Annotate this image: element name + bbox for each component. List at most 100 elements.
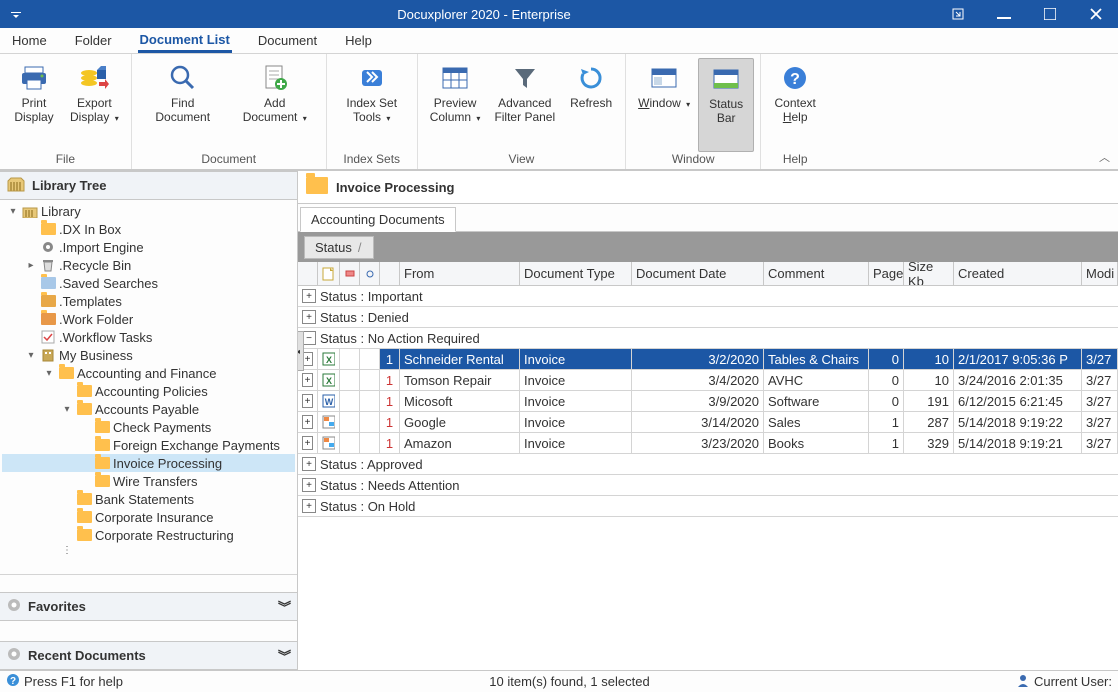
group-row-important[interactable]: +Status : Important [298, 286, 1118, 307]
tree-node-saved-searches[interactable]: .Saved Searches [2, 274, 295, 292]
splitter-handle[interactable]: ◂ [298, 331, 304, 371]
group-row-on-hold[interactable]: +Status : On Hold [298, 496, 1118, 517]
menu-document-list[interactable]: Document List [138, 29, 232, 53]
expand-icon[interactable]: + [302, 289, 316, 303]
col-doc-icon[interactable] [318, 262, 340, 285]
col-expand[interactable] [298, 262, 318, 285]
add-document-button[interactable]: Add Document ▾ [230, 58, 320, 152]
tree-node-check-payments[interactable]: Check Payments [2, 418, 295, 436]
qat-dropdown-icon[interactable] [8, 6, 24, 22]
status-bar-button[interactable]: Status Bar [698, 58, 754, 152]
table-row[interactable]: +1AmazonInvoice3/23/2020Books13295/14/20… [298, 433, 1118, 454]
tab-accounting-documents[interactable]: Accounting Documents [300, 207, 456, 232]
minimize-icon[interactable] [990, 4, 1018, 24]
tree-node-dx-inbox[interactable]: .DX In Box [2, 220, 295, 238]
window-label: Window ▾ [638, 96, 690, 112]
main-content: Library Tree ▾Library .DX In Box .Import… [0, 170, 1118, 670]
expand-icon[interactable]: + [302, 499, 316, 513]
window-button[interactable]: Window ▾ [632, 58, 696, 152]
folder-icon [40, 221, 56, 237]
chevron-double-down-icon[interactable]: ︾ [278, 597, 291, 616]
context-help-button[interactable]: ? ContextHelp [767, 58, 823, 152]
folder-icon [76, 527, 92, 543]
tree-node-work-folder[interactable]: .Work Folder [2, 310, 295, 328]
svg-text:?: ? [790, 71, 800, 88]
menu-home[interactable]: Home [10, 30, 49, 51]
col-pages[interactable]: Pages [869, 262, 904, 285]
tree-node-foreign-exchange[interactable]: Foreign Exchange Payments [2, 436, 295, 454]
col-attach-icon[interactable] [340, 262, 360, 285]
chevron-double-down-icon[interactable]: ︾ [278, 646, 291, 665]
close-icon[interactable] [1082, 4, 1110, 24]
tree-node-import-engine[interactable]: .Import Engine [2, 238, 295, 256]
ribbon-collapse-icon[interactable]: ︿ [1099, 149, 1110, 165]
collapse-icon[interactable]: − [302, 331, 316, 345]
expand-icon[interactable]: + [302, 310, 316, 324]
ribbon-group-document: Find Document Add Document ▾ Document [132, 54, 327, 169]
col-document-date[interactable]: Document Date [632, 262, 764, 285]
table-row[interactable]: +X1Tomson RepairInvoice3/4/2020AVHC0103/… [298, 370, 1118, 391]
tree-node-invoice-processing[interactable]: Invoice Processing [2, 454, 295, 472]
expand-icon[interactable]: + [302, 436, 313, 450]
folder-icon [94, 419, 110, 435]
restore-icon[interactable] [944, 4, 972, 24]
refresh-button[interactable]: Refresh [563, 58, 619, 152]
group-row-approved[interactable]: +Status : Approved [298, 454, 1118, 475]
print-display-button[interactable]: Print Display [6, 58, 62, 152]
file-type-icon: X [318, 349, 340, 369]
tree-node-accounting-policies[interactable]: Accounting Policies [2, 382, 295, 400]
group-row-denied[interactable]: +Status : Denied [298, 307, 1118, 328]
maximize-icon[interactable] [1036, 4, 1064, 24]
col-document-type[interactable]: Document Type [520, 262, 632, 285]
library-tree[interactable]: ▾Library .DX In Box .Import Engine ▸.Rec… [0, 200, 297, 574]
expand-icon[interactable]: + [302, 394, 313, 408]
col-link-icon[interactable] [360, 262, 380, 285]
expand-icon[interactable]: + [302, 457, 316, 471]
library-tree-header[interactable]: Library Tree [0, 171, 297, 200]
folder-icon [76, 383, 92, 399]
sidebar-hscroll[interactable] [0, 574, 297, 592]
expand-icon[interactable]: + [302, 415, 313, 429]
tree-node-wire-transfers[interactable]: Wire Transfers [2, 472, 295, 490]
preview-column-button[interactable]: Preview Column ▾ [424, 58, 487, 152]
grid-body[interactable]: +Status : Important +Status : Denied −St… [298, 286, 1118, 652]
tree-node-bank-statements[interactable]: Bank Statements [2, 490, 295, 508]
status-help-text: Press F1 for help [24, 674, 123, 689]
tree-node-my-business[interactable]: ▾My Business [2, 346, 295, 364]
tree-node-accounting-finance[interactable]: ▾Accounting and Finance [2, 364, 295, 382]
menu-help[interactable]: Help [343, 30, 374, 51]
col-count[interactable] [380, 262, 400, 285]
tree-node-accounts-payable[interactable]: ▾Accounts Payable [2, 400, 295, 418]
tree-node-corporate-restructuring[interactable]: Corporate Restructuring [2, 526, 295, 544]
tree-node-recycle-bin[interactable]: ▸.Recycle Bin [2, 256, 295, 274]
group-row-no-action[interactable]: −Status : No Action Required [298, 328, 1118, 349]
col-created[interactable]: Created [954, 262, 1082, 285]
find-document-button[interactable]: Find Document [138, 58, 228, 152]
group-by-chip[interactable]: Status/ [304, 236, 374, 259]
expand-icon[interactable]: + [302, 373, 313, 387]
index-set-tools-button[interactable]: Index Set Tools ▾ [333, 58, 411, 152]
table-row[interactable]: +W1MicosoftInvoice3/9/2020Software01916/… [298, 391, 1118, 412]
advanced-filter-button[interactable]: Advanced Filter Panel [488, 58, 561, 152]
export-display-button[interactable]: Export Display ▾ [64, 58, 125, 152]
tree-node-more[interactable]: ⋮ [2, 544, 295, 557]
tree-node-corporate-insurance[interactable]: Corporate Insurance [2, 508, 295, 526]
recent-documents-header[interactable]: Recent Documents ︾ [0, 641, 297, 670]
ribbon-group-label-help: Help [767, 152, 823, 169]
favorites-header[interactable]: Favorites ︾ [0, 592, 297, 621]
tree-node-templates[interactable]: .Templates [2, 292, 295, 310]
group-row-needs-attention[interactable]: +Status : Needs Attention [298, 475, 1118, 496]
col-modified[interactable]: Modi [1082, 262, 1118, 285]
group-by-bar[interactable]: Status/ [298, 232, 1118, 262]
col-size-kb[interactable]: Size Kb [904, 262, 954, 285]
table-row[interactable]: +1GoogleInvoice3/14/2020Sales12875/14/20… [298, 412, 1118, 433]
table-row[interactable]: +X1Schneider RentalInvoice3/2/2020Tables… [298, 349, 1118, 370]
col-from[interactable]: From [400, 262, 520, 285]
menu-document[interactable]: Document [256, 30, 319, 51]
tree-node-library[interactable]: ▾Library [2, 202, 295, 220]
col-comment[interactable]: Comment [764, 262, 869, 285]
grid-hscroll[interactable] [298, 652, 1118, 670]
menu-folder[interactable]: Folder [73, 30, 114, 51]
tree-node-workflow-tasks[interactable]: .Workflow Tasks [2, 328, 295, 346]
expand-icon[interactable]: + [302, 478, 316, 492]
